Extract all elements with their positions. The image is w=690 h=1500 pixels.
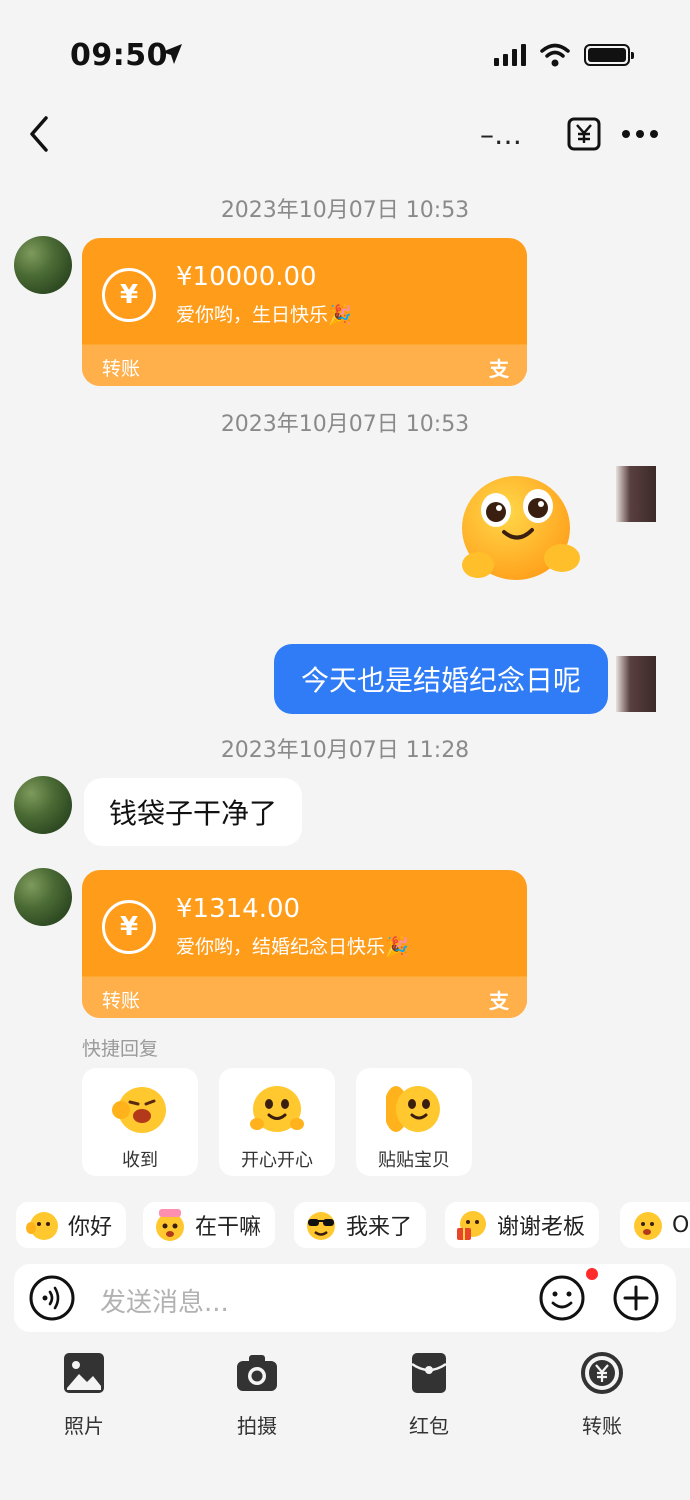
chat-title: –… bbox=[480, 118, 522, 151]
transfer-amount: ¥1314.00 bbox=[176, 894, 301, 924]
phrase-chip-here-i-come[interactable]: 我来了 bbox=[294, 1202, 427, 1248]
toolbar-label: 转账 bbox=[582, 1414, 622, 1438]
phrase-chip-label: 我来了 bbox=[346, 1215, 413, 1240]
cuddle-faces-icon bbox=[386, 1086, 440, 1132]
message-timestamp: 2023年10月07日 11:28 bbox=[220, 738, 470, 763]
plus-icon[interactable] bbox=[612, 1274, 660, 1322]
sunglasses-face-icon bbox=[307, 1212, 335, 1240]
quick-reply-label: 开心开心 bbox=[241, 1150, 313, 1171]
transfer-label: 转账 bbox=[102, 990, 141, 1012]
curious-face-icon bbox=[156, 1209, 184, 1241]
transfer-memo: 爱你哟，生日快乐🎉 bbox=[176, 304, 352, 326]
toolbar-camera[interactable]: 拍摄 bbox=[207, 1352, 307, 1442]
quick-reply-label: 收到 bbox=[122, 1150, 158, 1171]
transfer-card[interactable]: ¥ ¥1314.00 爱你哟，结婚纪念日快乐🎉 转账 支 bbox=[82, 870, 527, 1018]
message-timestamp: 2023年10月07日 10:53 bbox=[220, 198, 470, 223]
location-arrow-icon bbox=[162, 44, 182, 64]
cellular-signal-icon bbox=[494, 44, 526, 66]
chat-header: –… bbox=[0, 100, 690, 170]
emoji-icon[interactable] bbox=[538, 1274, 586, 1322]
transfer-label: 转账 bbox=[102, 358, 141, 380]
ok-hand-face-icon bbox=[112, 1087, 166, 1133]
message-timestamp: 2023年10月07日 10:53 bbox=[220, 412, 470, 437]
transfer-icon bbox=[581, 1352, 623, 1394]
quick-reply-title: 快捷回复 bbox=[82, 1038, 159, 1060]
my-message-bubble[interactable]: 今天也是结婚纪念日呢 bbox=[274, 644, 608, 714]
toolbar-photos[interactable]: 照片 bbox=[34, 1352, 134, 1442]
quick-reply-label: 贴贴宝贝 bbox=[378, 1150, 450, 1171]
wifi-icon bbox=[540, 43, 570, 67]
toolbar-label: 照片 bbox=[64, 1414, 104, 1438]
camera-icon bbox=[237, 1355, 277, 1391]
phrase-chip-ok[interactable]: O bbox=[620, 1202, 690, 1248]
message-input[interactable]: 发送消息... bbox=[100, 1282, 229, 1319]
transfer-memo: 爱你哟，结婚纪念日快乐🎉 bbox=[176, 936, 409, 958]
contact-message-bubble[interactable]: 钱袋子干净了 bbox=[84, 778, 302, 846]
status-bar: 09:50 bbox=[0, 0, 690, 100]
alipay-icon: 支 bbox=[489, 989, 509, 1013]
red-packet-icon bbox=[411, 1353, 447, 1393]
transfer-amount: ¥10000.00 bbox=[176, 262, 317, 292]
more-options-icon[interactable] bbox=[622, 130, 658, 140]
battery-icon bbox=[584, 44, 634, 66]
phrase-chip-label: O bbox=[672, 1212, 690, 1238]
message-input-bar: 发送消息... bbox=[14, 1264, 676, 1332]
contact-avatar[interactable] bbox=[14, 868, 72, 926]
contact-avatar[interactable] bbox=[14, 776, 72, 834]
quick-reply-cuddle[interactable]: 贴贴宝贝 bbox=[356, 1068, 472, 1176]
smiling-face-sticker-icon[interactable] bbox=[456, 470, 586, 590]
ok-face-icon bbox=[634, 1212, 662, 1240]
transfer-coin-icon: ¥ bbox=[102, 900, 156, 954]
back-arrow-icon[interactable] bbox=[22, 112, 58, 156]
transfer-card[interactable]: ¥ ¥10000.00 爱你哟，生日快乐🎉 转账 支 bbox=[82, 238, 527, 386]
notification-dot bbox=[584, 1266, 600, 1282]
transfer-record-icon[interactable] bbox=[566, 116, 602, 152]
happy-face-icon bbox=[250, 1086, 304, 1132]
phrase-chip-what-doing[interactable]: 在干嘛 bbox=[143, 1202, 276, 1248]
phrase-chip-label: 你好 bbox=[68, 1215, 113, 1240]
transfer-coin-icon: ¥ bbox=[102, 268, 156, 322]
phrase-chip-label: 在干嘛 bbox=[195, 1215, 262, 1240]
photo-icon bbox=[64, 1353, 104, 1393]
gift-face-icon bbox=[457, 1211, 486, 1240]
phrase-chip-label: 谢谢老板 bbox=[497, 1215, 586, 1240]
alipay-icon: 支 bbox=[489, 357, 509, 381]
status-time: 09:50 bbox=[70, 38, 168, 73]
voice-input-icon[interactable] bbox=[28, 1274, 76, 1322]
toolbar-red-packet[interactable]: 红包 bbox=[379, 1352, 479, 1442]
phrase-chip-thanks-boss[interactable]: 谢谢老板 bbox=[445, 1202, 600, 1248]
quick-reply-happy[interactable]: 开心开心 bbox=[219, 1068, 335, 1176]
contact-avatar[interactable] bbox=[14, 236, 72, 294]
my-avatar[interactable] bbox=[616, 656, 656, 712]
toolbar-transfer[interactable]: 转账 bbox=[552, 1352, 652, 1442]
toolbar-label: 拍摄 bbox=[237, 1414, 277, 1438]
quick-reply-received[interactable]: 收到 bbox=[82, 1068, 198, 1176]
my-avatar[interactable] bbox=[616, 466, 656, 522]
toolbar-label: 红包 bbox=[409, 1414, 449, 1438]
phrase-chip-hello[interactable]: 你好 bbox=[16, 1202, 127, 1248]
waving-face-icon bbox=[26, 1212, 58, 1240]
